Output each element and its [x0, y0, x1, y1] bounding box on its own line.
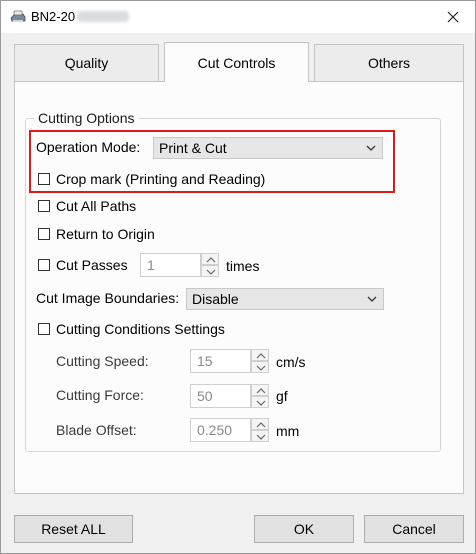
highlight-box [29, 130, 395, 193]
printer-icon [10, 10, 26, 22]
cutting-speed-unit: cm/s [276, 354, 306, 370]
spin-up-icon[interactable] [251, 349, 269, 361]
cut-all-paths-label: Cut All Paths [56, 198, 137, 214]
redacted-title-suffix [77, 11, 129, 22]
cut-all-paths-checkbox[interactable] [38, 200, 50, 212]
cutting-speed-spin-buttons [251, 349, 269, 373]
tab-quality[interactable]: Quality [14, 44, 159, 81]
blade-offset-stepper[interactable]: 0.250 [190, 418, 251, 442]
blade-offset-spin-buttons [251, 418, 269, 442]
cutting-force-spin-buttons [251, 384, 269, 408]
cut-image-boundaries-select[interactable]: Disable [186, 288, 384, 310]
blade-offset-label: Blade Offset: [56, 422, 137, 438]
tab-label: Others [367, 55, 410, 71]
cutting-speed-value: 15 [197, 353, 213, 369]
return-to-origin-label: Return to Origin [56, 226, 155, 242]
cut-image-boundaries-value: Disable [192, 291, 239, 307]
blade-offset-value: 0.250 [197, 422, 233, 438]
cutting-force-unit: gf [276, 388, 288, 404]
window-title: BN2-20 [31, 9, 76, 24]
cutting-conditions-label: Cutting Conditions Settings [56, 321, 225, 337]
return-to-origin-checkbox[interactable] [38, 228, 50, 240]
cutting-conditions-checkbox[interactable] [38, 323, 50, 335]
cut-image-boundaries-label: Cut Image Boundaries: [36, 290, 180, 306]
cut-passes-value: 1 [147, 257, 155, 273]
dialog-window: BN2-20 Quality Cut Controls Others Cutti… [0, 0, 476, 554]
close-icon[interactable] [441, 5, 465, 29]
reset-all-label: Reset ALL [41, 521, 106, 537]
cutting-force-value: 50 [197, 388, 213, 404]
cut-passes-stepper[interactable]: 1 [140, 253, 201, 277]
cut-passes-label: Cut Passes [56, 257, 128, 273]
chevron-down-icon [367, 296, 377, 302]
cut-passes-spin-buttons [201, 253, 219, 277]
cancel-label: Cancel [392, 521, 436, 537]
tab-others[interactable]: Others [314, 44, 464, 81]
tab-label: Quality [64, 55, 109, 71]
tab-label: Cut Controls [197, 54, 276, 71]
spin-down-icon[interactable] [251, 396, 269, 408]
spin-up-icon[interactable] [251, 418, 269, 430]
ok-label: OK [293, 521, 315, 537]
cut-passes-unit: times [226, 258, 260, 274]
blade-offset-unit: mm [276, 423, 300, 439]
spin-down-icon[interactable] [251, 430, 269, 442]
ok-button[interactable]: OK [254, 515, 354, 543]
cutting-speed-label: Cutting Speed: [56, 353, 149, 369]
group-title: Cutting Options [34, 110, 139, 126]
cancel-button[interactable]: Cancel [364, 515, 464, 543]
title-bar[interactable]: BN2-20 [1, 1, 475, 33]
cutting-speed-stepper[interactable]: 15 [190, 349, 251, 373]
tab-cut-controls[interactable]: Cut Controls [164, 42, 309, 82]
spin-up-icon[interactable] [251, 384, 269, 396]
spin-down-icon[interactable] [251, 361, 269, 373]
spin-down-icon[interactable] [201, 265, 219, 277]
cutting-force-label: Cutting Force: [56, 387, 144, 403]
cutting-force-stepper[interactable]: 50 [190, 384, 251, 408]
cut-passes-checkbox[interactable] [38, 259, 50, 271]
reset-all-button[interactable]: Reset ALL [14, 515, 133, 543]
spin-up-icon[interactable] [201, 253, 219, 265]
